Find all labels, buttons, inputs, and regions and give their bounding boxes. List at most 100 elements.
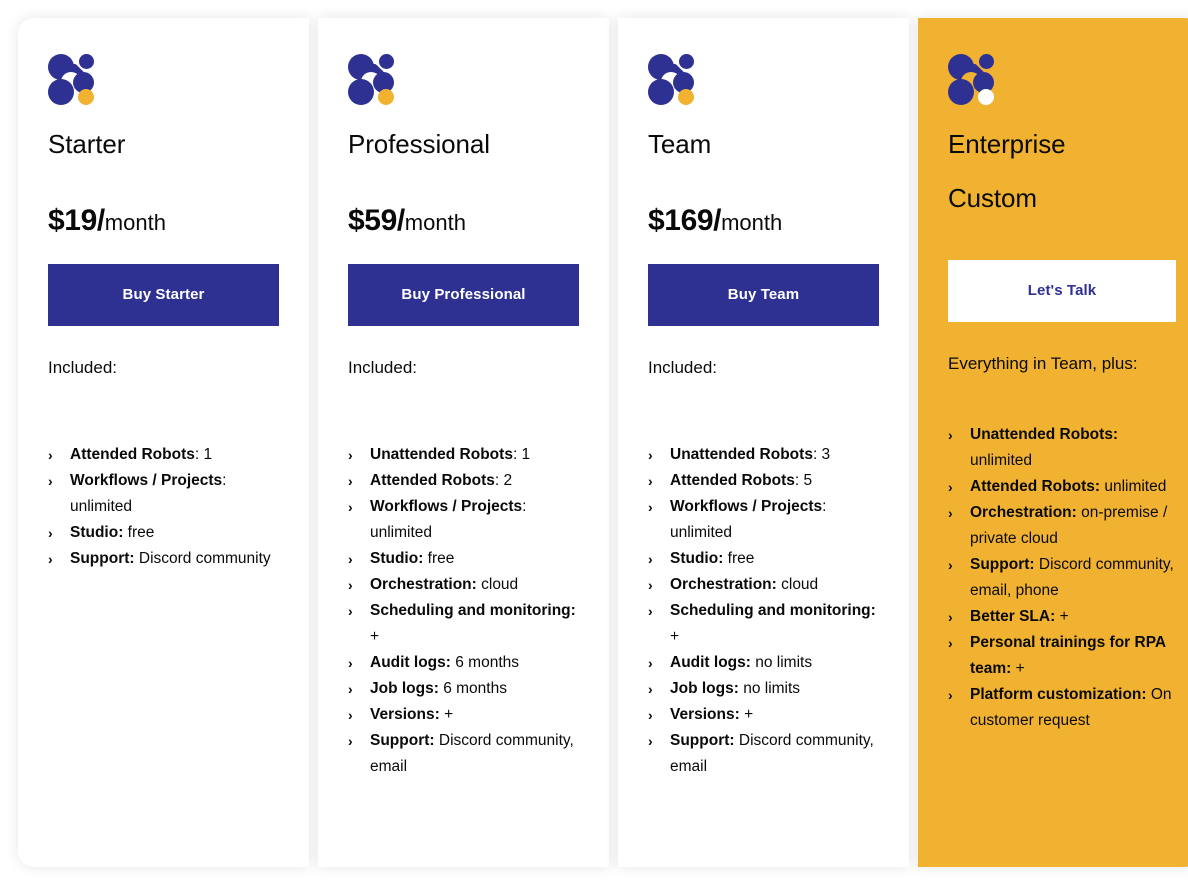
- plan-price: $19/month: [48, 204, 279, 237]
- brand-logo-icon: [948, 52, 1000, 108]
- feature-item: › Versions: +: [348, 702, 579, 728]
- feature-label: Unattended Robots:: [970, 425, 1119, 443]
- feature-label: Better SLA:: [970, 607, 1056, 625]
- logo-dot-top-right: [679, 54, 694, 69]
- pricing-card-team: Team $169/month Buy Team Included: › Unat…: [618, 18, 909, 867]
- feature-value: cloud: [776, 575, 819, 593]
- feature-list: › Unattended Robots: 1 › Attended Robots: 2…: [348, 442, 579, 780]
- logo-dot-bottom-left: [948, 79, 974, 105]
- feature-label: Attended Robots: [370, 471, 495, 489]
- plan-price-period: month: [104, 209, 166, 235]
- feature-item: › Orchestration: cloud: [648, 572, 879, 598]
- feature-label: Audit logs:: [670, 653, 751, 671]
- chevron-right-icon: ›: [348, 550, 353, 567]
- feature-label: Orchestration:: [970, 503, 1077, 521]
- chevron-right-icon: ›: [348, 498, 353, 515]
- chevron-right-icon: ›: [648, 550, 653, 567]
- logo-dot-bottom-left: [48, 79, 74, 105]
- brand-logo-icon: [48, 52, 100, 108]
- feature-label: Job logs:: [670, 679, 739, 697]
- feature-label: Platform customization:: [970, 685, 1147, 703]
- chevron-right-icon: ›: [648, 446, 653, 463]
- included-label: Included:: [648, 358, 717, 378]
- pricing-table: Starter $19/month Buy Starter Included: …: [0, 0, 1188, 885]
- chevron-right-icon: ›: [948, 478, 953, 495]
- feature-value: unlimited: [970, 451, 1033, 469]
- feature-item: › Platform customization: On customer req…: [948, 682, 1176, 734]
- chevron-right-icon: ›: [648, 654, 653, 671]
- plan-price: Custom: [948, 182, 1176, 213]
- chevron-right-icon: ›: [648, 498, 653, 515]
- chevron-right-icon: ›: [948, 608, 953, 625]
- plan-price-amount: Custom: [948, 182, 1037, 213]
- feature-value: cloud: [476, 575, 519, 593]
- brand-logo-icon: [348, 52, 400, 108]
- feature-item: › Workflows / Projects: unlimited: [48, 468, 279, 520]
- chevron-right-icon: ›: [348, 576, 353, 593]
- feature-label: Workflows / Projects: [670, 497, 823, 515]
- chevron-right-icon: ›: [48, 446, 53, 463]
- logo-dot-bottom-right: [378, 89, 394, 105]
- chevron-right-icon: ›: [48, 550, 53, 567]
- logo-dot-bottom-right: [978, 89, 994, 105]
- feature-label: Studio:: [70, 523, 124, 541]
- feature-item: › Unattended Robots: unlimited: [948, 422, 1176, 474]
- feature-label: Unattended Robots: [670, 445, 813, 463]
- plan-price-period: month: [404, 209, 466, 235]
- feature-value: : 3: [812, 445, 831, 463]
- chevron-right-icon: ›: [648, 706, 653, 723]
- buy-starter-button[interactable]: Buy Starter: [48, 264, 279, 327]
- included-label: Everything in Team, plus:: [948, 353, 1138, 373]
- feature-label: Support:: [70, 549, 135, 567]
- feature-item: › Support: Discord community, email: [348, 728, 579, 780]
- included-label: Included:: [348, 358, 417, 378]
- plan-name: Starter: [48, 129, 126, 159]
- feature-value: Discord community: [134, 549, 271, 567]
- feature-list: › Unattended Robots: 3 › Attended Robots: 5…: [648, 442, 879, 780]
- feature-label: Audit logs:: [370, 653, 451, 671]
- logo-dot-bottom-left: [348, 79, 374, 105]
- feature-value: +: [739, 705, 754, 723]
- feature-item: › Orchestration: cloud: [348, 572, 579, 598]
- feature-label: Workflows / Projects: [70, 471, 223, 489]
- lets-talk-button[interactable]: Let's Talk: [948, 259, 1176, 322]
- feature-item: › Attended Robots: 5: [648, 468, 879, 494]
- logo-dot-top-right: [79, 54, 94, 69]
- plan-price-amount: $169/: [648, 203, 722, 237]
- logo-dot-bottom-right: [678, 89, 694, 105]
- buy-professional-button[interactable]: Buy Professional: [348, 264, 579, 327]
- chevron-right-icon: ›: [648, 472, 653, 489]
- plan-price-amount: $59/: [348, 203, 405, 237]
- feature-label: Orchestration:: [670, 575, 777, 593]
- feature-label: Studio:: [670, 549, 724, 567]
- feature-list: › Unattended Robots: unlimited › Attended R…: [948, 422, 1176, 734]
- pricing-card-professional: Professional $59/month Buy Professional …: [318, 18, 609, 867]
- plan-price: $59/month: [348, 203, 579, 237]
- feature-value: no limits: [750, 653, 813, 671]
- feature-item: › Support: Discord community: [48, 546, 279, 572]
- plan-price: $169/month: [648, 203, 879, 237]
- buy-team-button[interactable]: Buy Team: [648, 264, 879, 327]
- feature-item: › Attended Robots: 1: [48, 442, 279, 468]
- brand-logo-icon: [648, 52, 700, 108]
- feature-label: Personal trainings for RPA team:: [970, 633, 1166, 677]
- feature-item: › Unattended Robots: 1: [348, 442, 579, 468]
- feature-label: Scheduling and monitoring:: [370, 601, 576, 619]
- feature-value: +: [439, 705, 454, 723]
- feature-value: 6 months: [450, 653, 519, 671]
- plan-name: Enterprise: [948, 129, 1066, 159]
- chevron-right-icon: ›: [948, 634, 953, 651]
- feature-item: › Personal trainings for RPA team: +: [948, 630, 1176, 682]
- chevron-right-icon: ›: [348, 602, 353, 619]
- feature-item: › Audit logs: 6 months: [348, 650, 579, 676]
- feature-value: +: [1055, 607, 1069, 625]
- feature-label: Support:: [370, 731, 435, 749]
- logo-dot-top-right: [979, 54, 994, 69]
- feature-value: free: [123, 523, 155, 541]
- feature-value: : 2: [494, 471, 513, 489]
- feature-value: 6 months: [438, 679, 507, 697]
- feature-value: free: [723, 549, 755, 567]
- chevron-right-icon: ›: [648, 576, 653, 593]
- feature-label: Job logs:: [370, 679, 439, 697]
- chevron-right-icon: ›: [648, 680, 653, 697]
